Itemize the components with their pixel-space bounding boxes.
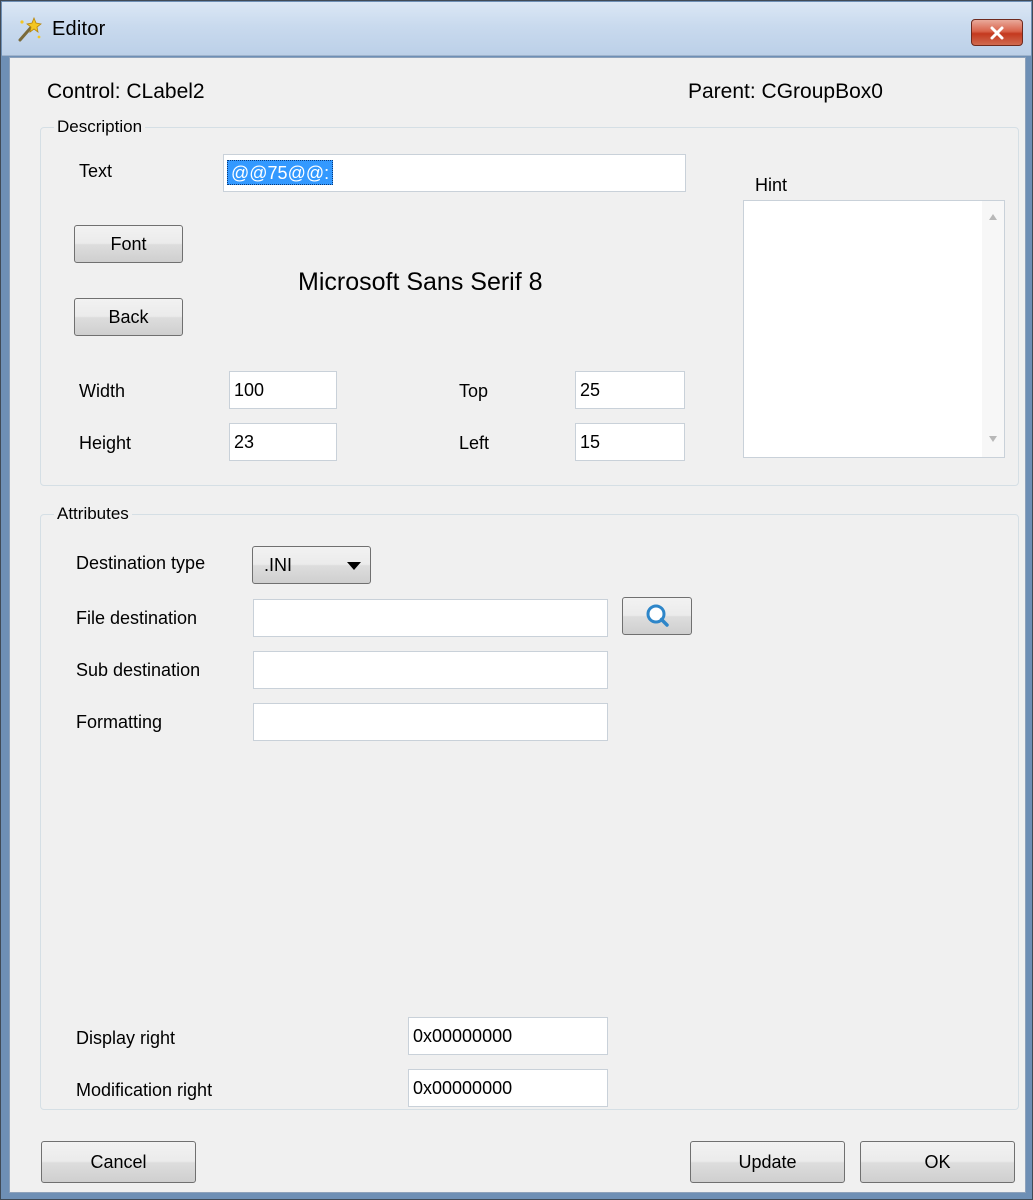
sub-destination-input[interactable] — [253, 651, 608, 689]
font-button[interactable]: Font — [74, 225, 183, 263]
browse-button[interactable] — [622, 597, 692, 635]
top-label: Top — [459, 381, 489, 401]
formatting-input[interactable] — [253, 703, 608, 741]
top-input[interactable]: 25 — [575, 371, 685, 409]
attributes-legend: Attributes — [54, 504, 132, 524]
display-right-label: Display right — [76, 1028, 176, 1048]
cancel-button[interactable]: Cancel — [41, 1141, 196, 1183]
top-value: 25 — [580, 380, 601, 400]
editor-window: Editor Control: CLabel2 Parent: CGroupBo… — [0, 0, 1033, 1200]
editor-wand-icon — [18, 16, 42, 42]
file-destination-input[interactable] — [253, 599, 608, 637]
left-input[interactable]: 15 — [575, 423, 685, 461]
back-button[interactable]: Back — [74, 298, 183, 336]
left-label: Left — [459, 433, 490, 453]
dropdown-arrow-icon — [347, 562, 361, 570]
control-label: Control: CLabel2 — [47, 80, 205, 103]
parent-label: Parent: CGroupBox0 — [688, 80, 883, 103]
text-input-selection: @@75@@: — [227, 160, 334, 185]
formatting-label: Formatting — [76, 712, 163, 732]
title-bar[interactable]: Editor — [2, 2, 1031, 56]
height-input[interactable]: 23 — [229, 423, 337, 461]
close-icon — [990, 26, 1004, 39]
hint-label: Hint — [755, 175, 788, 195]
scroll-down-icon — [989, 436, 997, 442]
height-label: Height — [79, 433, 132, 453]
update-button[interactable]: Update — [690, 1141, 845, 1183]
sub-destination-label: Sub destination — [76, 660, 201, 680]
file-destination-label: File destination — [76, 608, 198, 628]
text-input[interactable]: @@75@@: — [223, 154, 686, 192]
dialog-client-area: Control: CLabel2 Parent: CGroupBox0 Desc… — [9, 57, 1026, 1193]
height-value: 23 — [234, 432, 255, 452]
display-right-input[interactable]: 0x00000000 — [408, 1017, 608, 1055]
description-legend: Description — [54, 117, 146, 137]
ok-button[interactable]: OK — [860, 1141, 1015, 1183]
width-input[interactable]: 100 — [229, 371, 337, 409]
modification-right-input[interactable]: 0x00000000 — [408, 1069, 608, 1107]
width-label: Width — [79, 381, 126, 401]
left-value: 15 — [580, 432, 601, 452]
close-button[interactable] — [971, 19, 1023, 46]
modification-right-label: Modification right — [76, 1080, 213, 1100]
font-preview-label: Microsoft Sans Serif 8 — [298, 268, 543, 296]
display-right-value: 0x00000000 — [413, 1026, 513, 1046]
window-title: Editor — [52, 18, 106, 40]
hint-scrollbar[interactable] — [982, 201, 1004, 457]
destination-type-value: .INI — [264, 554, 293, 575]
destination-type-select[interactable]: .INI — [252, 546, 371, 584]
magnifier-icon — [646, 604, 669, 627]
text-label: Text — [79, 161, 113, 181]
scroll-up-icon — [989, 214, 997, 220]
width-value: 100 — [234, 380, 265, 400]
hint-textarea[interactable] — [743, 200, 1005, 458]
modification-right-value: 0x00000000 — [413, 1078, 513, 1098]
destination-type-label: Destination type — [76, 553, 206, 573]
